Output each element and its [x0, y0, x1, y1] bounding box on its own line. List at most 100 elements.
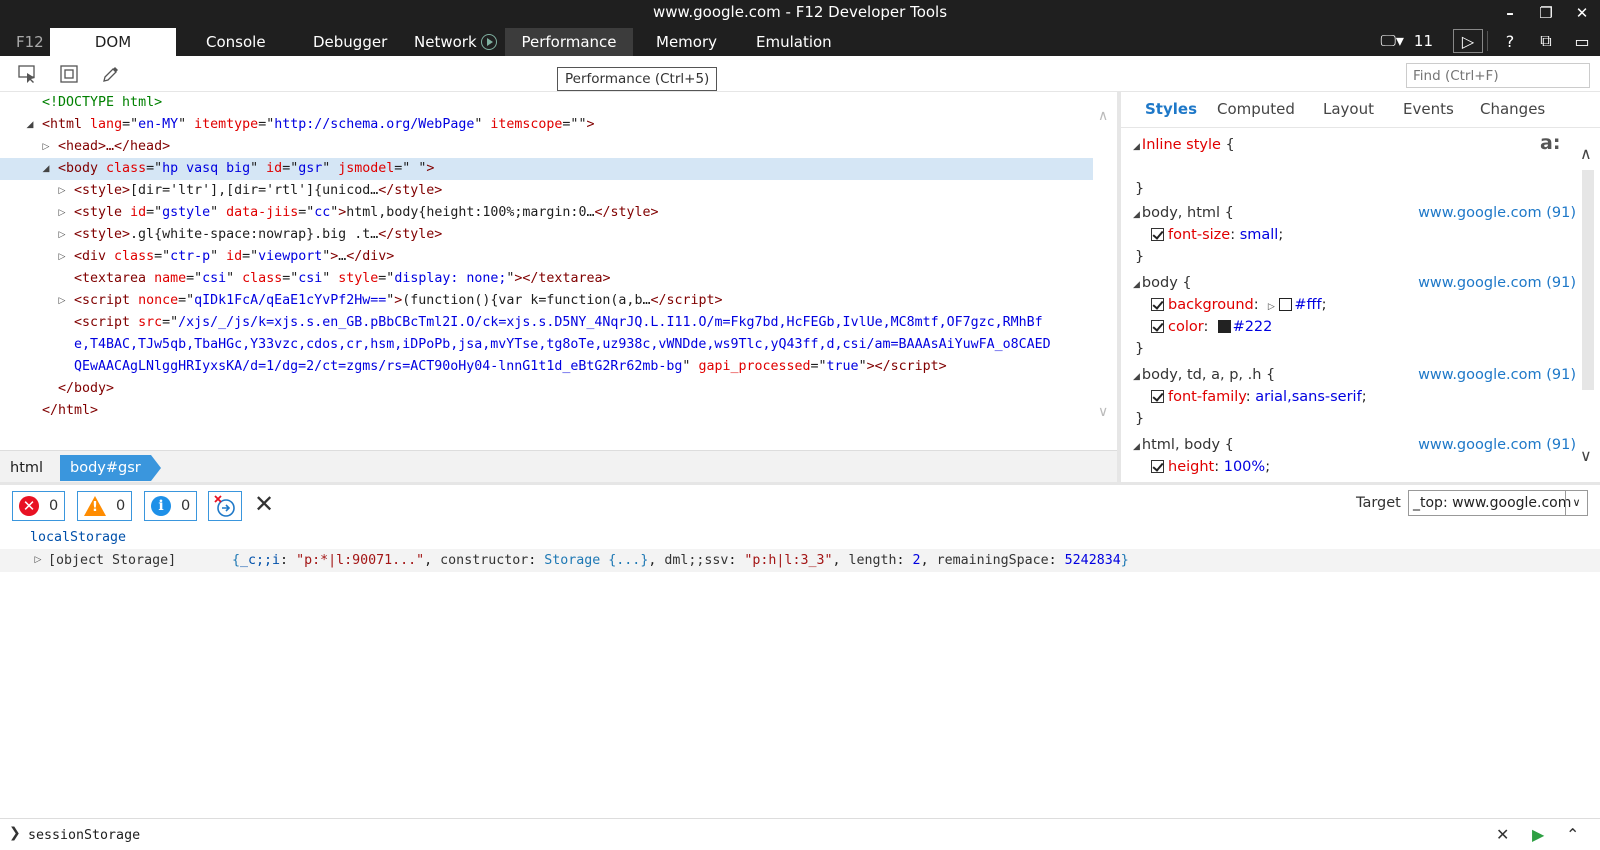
- prop-name[interactable]: height: [1168, 459, 1214, 475]
- dom-scrollbar[interactable]: ∧ ∨: [1095, 92, 1117, 450]
- expand-icon[interactable]: ▷: [57, 246, 67, 268]
- expand-icon[interactable]: ▷: [57, 224, 67, 246]
- rule-source-link[interactable]: www.google.com (91): [1418, 202, 1576, 224]
- run-icon[interactable]: ▶: [1532, 825, 1544, 844]
- tab-events[interactable]: Events: [1403, 100, 1454, 118]
- prop-name[interactable]: font-family: [1168, 389, 1246, 405]
- clear-on-navigate-button[interactable]: [208, 491, 242, 521]
- dom-line-body-close[interactable]: </body>: [0, 378, 1093, 400]
- dom-line-script2[interactable]: <script src="/xjs/_/js/k=xjs.s.en_GB.pBb…: [0, 312, 1093, 334]
- dom-line-script2-wrap[interactable]: QEwAACAgLNlggHRIyxsKA/d=1/dg=2/ct=zgms/r…: [0, 356, 1093, 378]
- scroll-down-icon[interactable]: ∨: [1098, 404, 1108, 420]
- prop-value[interactable]: arial,sans-serif: [1255, 389, 1361, 405]
- checkbox-icon[interactable]: [1151, 320, 1164, 333]
- breadcrumb-item-body[interactable]: body#gsr: [60, 455, 161, 481]
- restore-icon[interactable]: ❐: [1528, 0, 1564, 26]
- dom-line-style3[interactable]: ▷ <style>.gl{white-space:nowrap}.big .t……: [0, 224, 1093, 246]
- rule-source-link[interactable]: www.google.com (91): [1418, 434, 1576, 456]
- prop-name[interactable]: color: [1168, 319, 1203, 335]
- color-swatch[interactable]: [1217, 320, 1231, 333]
- dom-line-html[interactable]: ◢ <html lang="en-MY" itemtype="http://sc…: [0, 114, 1093, 136]
- prop-value[interactable]: #fff: [1294, 297, 1321, 313]
- rule-source-link[interactable]: www.google.com (91): [1418, 272, 1576, 294]
- tab-network[interactable]: Network: [398, 28, 513, 56]
- console-input[interactable]: [28, 823, 1478, 847]
- multiline-toggle-icon[interactable]: ⌃: [1566, 825, 1579, 844]
- tab-computed[interactable]: Computed: [1217, 100, 1295, 118]
- dock-icon[interactable]: ▭: [1564, 27, 1600, 55]
- clear-console-icon[interactable]: ✕: [254, 490, 274, 518]
- tab-dom-explorer[interactable]: DOM Explorer: [50, 28, 176, 79]
- prop-value[interactable]: small: [1240, 227, 1279, 243]
- tab-performance[interactable]: Performance: [505, 28, 633, 56]
- play-icon[interactable]: [480, 34, 497, 50]
- clear-input-icon[interactable]: ✕: [1496, 825, 1509, 844]
- scroll-down-icon[interactable]: ∨: [1580, 446, 1592, 465]
- prop-name[interactable]: background: [1168, 297, 1254, 313]
- rule-selector[interactable]: ◢ body, html {: [1133, 202, 1234, 226]
- tab-styles[interactable]: Styles: [1145, 100, 1197, 118]
- collapse-icon[interactable]: ◢: [41, 158, 51, 180]
- target-select[interactable]: _top: www.google.com ∨: [1408, 490, 1588, 516]
- select-element-icon[interactable]: [16, 62, 40, 86]
- tab-console[interactable]: Console: [190, 28, 282, 56]
- help-icon[interactable]: ?: [1492, 27, 1528, 55]
- rule-selector[interactable]: ◢ Inline style {: [1133, 134, 1235, 158]
- highlight-elements-icon[interactable]: [57, 62, 81, 86]
- dom-line-script2-wrap[interactable]: e,T4BAC,TJw5qb,TbaHGc,Y33vzc,cdos,cr,hsm…: [0, 334, 1093, 356]
- expand-icon[interactable]: ▷: [57, 202, 67, 224]
- dom-line-html-close[interactable]: </html>: [0, 400, 1093, 422]
- warnings-filter-button[interactable]: ! 0: [77, 491, 133, 521]
- console-result-line[interactable]: ▷ [object Storage] {_c;;i: "p:*|l:90071.…: [0, 549, 1600, 572]
- expand-icon[interactable]: ▷: [57, 180, 67, 202]
- checkbox-icon[interactable]: [1151, 390, 1164, 403]
- expand-icon[interactable]: ▷: [41, 136, 51, 158]
- tab-debugger[interactable]: Debugger: [297, 28, 403, 56]
- dom-tree[interactable]: <!DOCTYPE html> ◢ <html lang="en-MY" ite…: [0, 92, 1095, 450]
- breadcrumb-item-html[interactable]: html: [0, 455, 53, 481]
- styles-scrollbar[interactable]: ∧ ∨: [1575, 140, 1600, 482]
- chevron-down-icon[interactable]: ∨: [1565, 491, 1587, 515]
- dom-line-script1[interactable]: ▷ <script nonce="qIDk1FcA/qEaE1cYvPf2Hw=…: [0, 290, 1093, 312]
- prop-value[interactable]: #222: [1233, 319, 1273, 335]
- dom-line-div[interactable]: ▷ <div class="ctr-p" id="viewport">…</di…: [0, 246, 1093, 268]
- errors-filter-button[interactable]: ✕ 0: [12, 491, 66, 521]
- minimize-icon[interactable]: –: [1492, 0, 1528, 26]
- expand-icon[interactable]: ▷: [33, 549, 43, 572]
- dom-line-textarea[interactable]: <textarea name="csi" class="csi" style="…: [0, 268, 1093, 290]
- tab-layout[interactable]: Layout: [1323, 100, 1374, 118]
- color-swatch[interactable]: [1279, 298, 1293, 311]
- color-picker-icon[interactable]: [99, 62, 123, 86]
- checkbox-icon[interactable]: [1151, 460, 1164, 473]
- scroll-up-icon[interactable]: ∧: [1098, 108, 1108, 124]
- dom-line-style1[interactable]: ▷ <style>[dir='ltr'],[dir='rtl']{unicod……: [0, 180, 1093, 202]
- rule-selector[interactable]: ◢ html, body {: [1133, 434, 1234, 458]
- scroll-thumb[interactable]: [1582, 170, 1594, 390]
- prop-value[interactable]: 100%: [1224, 459, 1265, 475]
- expand-icon[interactable]: ▷: [57, 290, 67, 312]
- preview-key: _c;;i: [240, 553, 281, 568]
- dom-line-doctype[interactable]: <!DOCTYPE html>: [0, 92, 1093, 114]
- expand-icon[interactable]: ▷: [1268, 302, 1275, 312]
- monitor-icon[interactable]: 🖵▾: [1378, 27, 1405, 55]
- collapse-icon[interactable]: ◢: [25, 114, 35, 136]
- dom-line-body[interactable]: ◢ <body class="hp vasq big" id="gsr" jsm…: [0, 158, 1093, 180]
- rule-selector[interactable]: ◢ body, td, a, p, .h {: [1133, 364, 1275, 388]
- scroll-up-icon[interactable]: ∧: [1580, 144, 1592, 163]
- tab-memory[interactable]: Memory: [640, 28, 733, 56]
- rule-selector[interactable]: ◢ body {: [1133, 272, 1192, 296]
- console-toggle-icon[interactable]: ▷: [1453, 29, 1483, 53]
- checkbox-icon[interactable]: [1151, 298, 1164, 311]
- tab-emulation[interactable]: Emulation: [740, 28, 848, 56]
- prop-name[interactable]: font-size: [1168, 227, 1230, 243]
- font-toggle-button[interactable]: a:: [1540, 132, 1560, 154]
- rule-source-link[interactable]: www.google.com (91): [1418, 364, 1576, 386]
- info-filter-button[interactable]: i 0: [144, 491, 198, 521]
- checkbox-icon[interactable]: [1151, 228, 1164, 241]
- tab-changes[interactable]: Changes: [1480, 100, 1545, 118]
- dom-line-style2[interactable]: ▷ <style id="gstyle" data-jiis="cc">html…: [0, 202, 1093, 224]
- close-icon[interactable]: ✕: [1564, 0, 1600, 26]
- undock-icon[interactable]: ⧉: [1528, 27, 1564, 55]
- dom-line-head[interactable]: ▷ <head>…</head>: [0, 136, 1093, 158]
- find-input[interactable]: [1406, 63, 1590, 88]
